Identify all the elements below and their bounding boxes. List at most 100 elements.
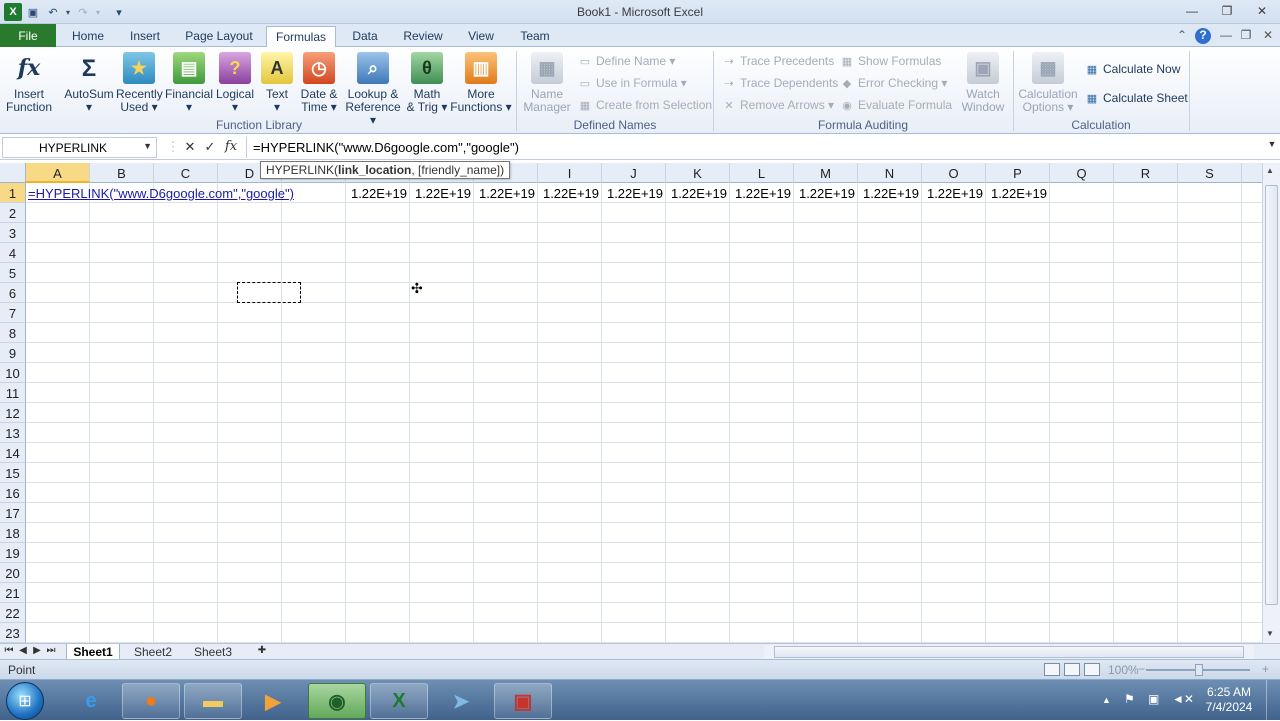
row-header-13[interactable]: 13 — [0, 423, 26, 443]
tray-expand-icon[interactable]: ▲ — [1102, 695, 1111, 705]
expand-formula-bar-icon[interactable]: ▼ — [1264, 139, 1280, 149]
zoom-slider-knob[interactable] — [1195, 664, 1203, 676]
tooltip-other-arguments[interactable]: , [friendly_name]) — [411, 163, 504, 177]
taskbar-toolbox[interactable]: ▣ — [494, 683, 552, 719]
column-header-n[interactable]: N — [858, 163, 922, 183]
taskbar-file-explorer[interactable]: ▬ — [184, 683, 242, 719]
column-header-l[interactable]: L — [730, 163, 794, 183]
column-header-m[interactable]: M — [794, 163, 858, 183]
taskbar-firefox[interactable]: ● — [122, 683, 180, 719]
sheet-tab-sheet1[interactable]: Sheet1 — [66, 644, 120, 660]
help-icon[interactable]: ? — [1195, 28, 1211, 44]
page-break-view-icon[interactable] — [1084, 663, 1100, 676]
taskbar-excel[interactable]: X — [370, 683, 428, 719]
row-header-5[interactable]: 5 — [0, 263, 26, 283]
cell-row1-i[interactable]: 1.22E+19 — [538, 183, 602, 203]
column-header-c[interactable]: C — [154, 163, 218, 183]
action-center-flag-icon[interactable]: ⚑ — [1124, 692, 1135, 706]
use-in-formula-button[interactable]: ▭ Use in Formula ▾ — [577, 74, 687, 92]
row-header-6[interactable]: 6 — [0, 283, 26, 303]
trace-precedents-button[interactable]: ⇢ Trace Precedents — [721, 52, 834, 70]
text-button[interactable]: A Text ▾ — [260, 52, 294, 114]
row-header-14[interactable]: 14 — [0, 443, 26, 463]
tab-team[interactable]: Team — [512, 26, 558, 47]
workbook-minimize-icon[interactable]: — — [1218, 28, 1234, 44]
volume-muted-icon[interactable]: ◄✕ — [1172, 692, 1194, 706]
cell-row1-k[interactable]: 1.22E+19 — [666, 183, 730, 203]
tab-data[interactable]: Data — [344, 26, 386, 47]
zoom-out-icon[interactable]: − — [1138, 662, 1145, 676]
row-header-23[interactable]: 23 — [0, 623, 26, 643]
tab-formulas[interactable]: Formulas — [266, 26, 336, 48]
column-header-a[interactable]: A — [26, 163, 90, 183]
tab-file[interactable]: File — [0, 24, 56, 47]
column-header-q[interactable]: Q — [1050, 163, 1114, 183]
vertical-scroll-thumb[interactable] — [1265, 185, 1278, 605]
taskbar-camtasia[interactable]: ◉ — [308, 683, 366, 719]
row-header-18[interactable]: 18 — [0, 523, 26, 543]
column-header-j[interactable]: J — [602, 163, 666, 183]
cell-row1-m[interactable]: 1.22E+19 — [794, 183, 858, 203]
row-header-3[interactable]: 3 — [0, 223, 26, 243]
cell-row1-p[interactable]: 1.22E+19 — [986, 183, 1050, 203]
column-header-b[interactable]: B — [90, 163, 154, 183]
lookup-reference-button[interactable]: ⌕ Lookup & Reference ▾ — [342, 52, 404, 127]
workbook-restore-icon[interactable]: ❐ — [1238, 28, 1254, 44]
row-header-8[interactable]: 8 — [0, 323, 26, 343]
logical-button[interactable]: ? Logical ▾ — [214, 52, 256, 114]
more-functions-button[interactable]: ▥ More Functions ▾ — [450, 52, 512, 114]
start-button[interactable]: ⊞ — [6, 682, 44, 720]
math-trig-button[interactable]: θ Math & Trig ▾ — [404, 52, 450, 114]
page-layout-view-icon[interactable] — [1064, 663, 1080, 676]
worksheet-grid[interactable]: 1.22E+19 1.22E+19 1.22E+19 1.22E+19 1.22E+19… — [26, 183, 1262, 643]
row-header-7[interactable]: 7 — [0, 303, 26, 323]
define-name-button[interactable]: ▭ Define Name ▾ — [577, 52, 676, 70]
prev-sheet-icon[interactable]: ◀ — [18, 645, 28, 656]
name-box[interactable]: HYPERLINK ▼ — [2, 137, 157, 158]
tooltip-current-argument[interactable]: link_location — [338, 163, 411, 177]
confirm-entry-icon[interactable]: ✓ — [202, 139, 218, 155]
tab-insert[interactable]: Insert — [122, 26, 168, 47]
date-time-button[interactable]: ◷ Date & Time ▾ — [296, 52, 342, 114]
cell-row1-n[interactable]: 1.22E+19 — [858, 183, 922, 203]
row-header-4[interactable]: 4 — [0, 243, 26, 263]
cell-row1-f[interactable]: 1.22E+19 — [346, 183, 410, 203]
cell-row1-g[interactable]: 1.22E+19 — [410, 183, 474, 203]
tab-page-layout[interactable]: Page Layout — [178, 26, 260, 47]
cell-row1-h[interactable]: 1.22E+19 — [474, 183, 538, 203]
close-button[interactable]: ✕ — [1248, 2, 1276, 20]
column-header-i[interactable]: I — [538, 163, 602, 183]
watch-window-button[interactable]: ▣ Watch Window — [956, 52, 1010, 114]
trace-dependents-button[interactable]: ⇢ Trace Dependents — [721, 74, 838, 92]
horizontal-scrollbar[interactable] — [764, 645, 1254, 659]
row-header-16[interactable]: 16 — [0, 483, 26, 503]
restore-button[interactable]: ❐ — [1213, 2, 1241, 20]
row-header-21[interactable]: 21 — [0, 583, 26, 603]
formula-input[interactable]: =HYPERLINK("www.D6google.com","google") — [246, 137, 1266, 158]
minimize-ribbon-icon[interactable]: ⌃ — [1174, 28, 1190, 44]
column-header-r[interactable]: R — [1114, 163, 1178, 183]
row-header-2[interactable]: 2 — [0, 203, 26, 223]
financial-button[interactable]: ▤ Financial ▾ — [164, 52, 214, 114]
row-header-12[interactable]: 12 — [0, 403, 26, 423]
scroll-up-icon[interactable]: ▲ — [1266, 166, 1274, 175]
select-all-corner[interactable] — [0, 163, 26, 183]
name-box-dropdown-icon[interactable]: ▼ — [143, 141, 152, 151]
column-header-s[interactable]: S — [1178, 163, 1242, 183]
vertical-scrollbar[interactable]: ▲ ▼ — [1262, 163, 1280, 643]
insert-function-fx-icon[interactable]: fx — [223, 139, 239, 154]
network-icon[interactable]: ▣ — [1148, 692, 1159, 706]
taskbar-media-player[interactable]: ▶ — [244, 683, 302, 719]
insert-worksheet-icon[interactable]: ✚ — [254, 645, 270, 656]
normal-view-icon[interactable] — [1044, 663, 1060, 676]
insert-function-button[interactable]: fx Insert Function — [4, 52, 54, 114]
first-sheet-icon[interactable]: ⏮ — [4, 645, 14, 656]
create-from-selection-button[interactable]: ▦ Create from Selection — [577, 96, 712, 114]
cancel-entry-icon[interactable]: ✕ — [182, 139, 198, 155]
calculate-now-button[interactable]: ▦ Calculate Now — [1084, 60, 1181, 78]
next-sheet-icon[interactable]: ▶ — [32, 645, 42, 656]
taskbar-mail[interactable]: ➤ — [432, 683, 490, 719]
scroll-down-icon[interactable]: ▼ — [1266, 629, 1274, 638]
taskbar-internet-explorer[interactable]: e — [62, 683, 120, 719]
cell-row1-j[interactable]: 1.22E+19 — [602, 183, 666, 203]
